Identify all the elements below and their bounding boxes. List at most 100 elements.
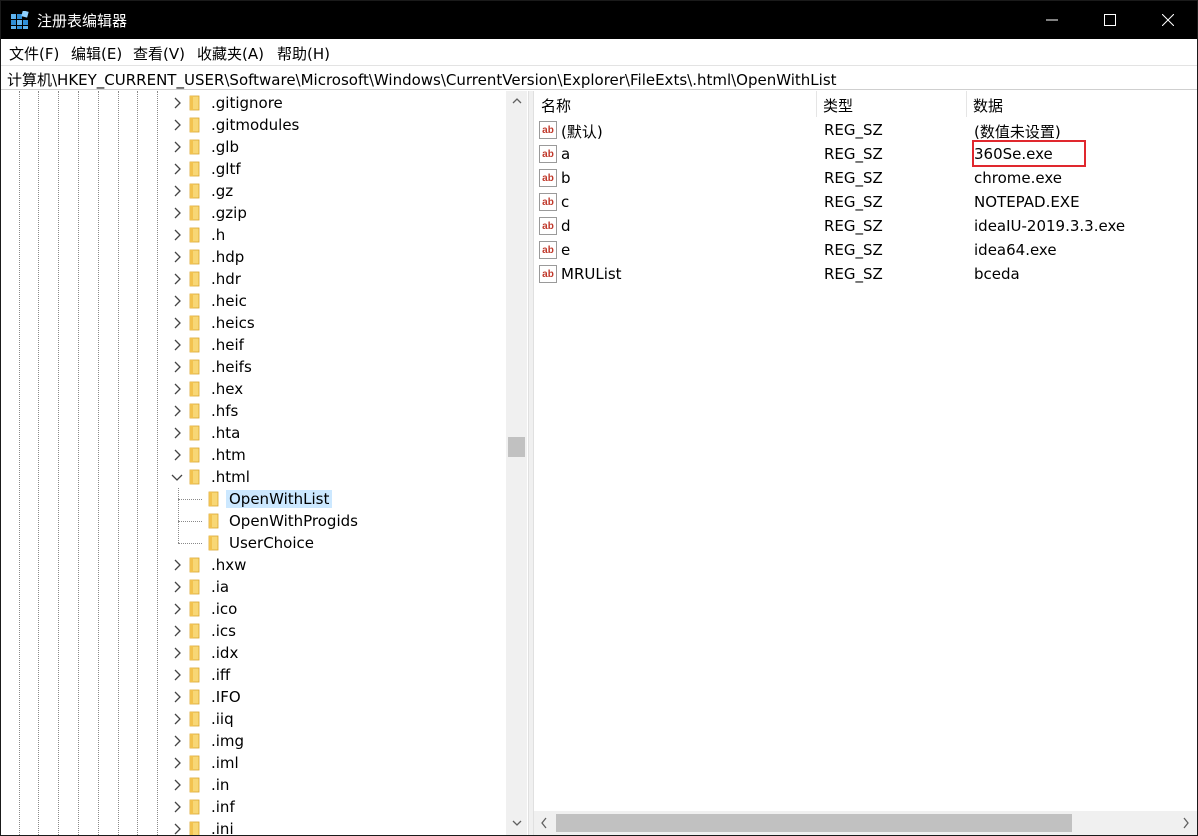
tree-key-label[interactable]: .gltf [208, 160, 244, 178]
chevron-down-icon[interactable] [171, 471, 183, 483]
tree-subkey[interactable]: OpenWithProgids [1, 510, 506, 532]
tree-key-label[interactable]: .ini [208, 820, 237, 835]
chevron-right-icon[interactable] [171, 581, 183, 593]
tree-key[interactable]: .hdr [1, 268, 506, 290]
tree-key[interactable]: .ini [1, 818, 506, 835]
chevron-right-icon[interactable] [171, 757, 183, 769]
tree-key-label[interactable]: .glb [208, 138, 242, 156]
tree-subkey[interactable]: UserChoice [1, 532, 506, 554]
tree-key-label[interactable]: .hdr [208, 270, 244, 288]
tree-key[interactable]: .gz [1, 180, 506, 202]
tree-key[interactable]: .ico [1, 598, 506, 620]
chevron-right-icon[interactable] [171, 361, 183, 373]
tree-key-label[interactable]: .ia [208, 578, 232, 596]
tree-key[interactable]: .hxw [1, 554, 506, 576]
maximize-button[interactable] [1081, 1, 1139, 39]
tree-key[interactable]: .in [1, 774, 506, 796]
minimize-button[interactable] [1023, 1, 1081, 39]
tree-key-label[interactable]: .html [208, 468, 253, 486]
menu-view[interactable]: 查看(V) [133, 43, 185, 64]
chevron-right-icon[interactable] [171, 735, 183, 747]
tree-key[interactable]: .iff [1, 664, 506, 686]
tree-key-label[interactable]: .hfs [208, 402, 241, 420]
title-bar[interactable]: 注册表编辑器 [1, 1, 1197, 39]
tree-key-label[interactable]: OpenWithProgids [226, 512, 361, 530]
chevron-right-icon[interactable] [171, 801, 183, 813]
tree-key-label[interactable]: .heics [208, 314, 258, 332]
chevron-right-icon[interactable] [171, 97, 183, 109]
tree-key[interactable]: .gzip [1, 202, 506, 224]
chevron-right-icon[interactable] [171, 295, 183, 307]
tree-key-label[interactable]: .heifs [208, 358, 255, 376]
tree-key[interactable]: .hfs [1, 400, 506, 422]
registry-value-row[interactable]: ab c REG_SZ NOTEPAD.EXE [534, 190, 1197, 214]
address-bar[interactable]: 计算机\HKEY_CURRENT_USER\Software\Microsoft… [1, 65, 1197, 90]
chevron-right-icon[interactable] [171, 317, 183, 329]
registry-value-row[interactable]: ab d REG_SZ ideaIU-2019.3.3.exe [534, 214, 1197, 238]
tree-key-label[interactable]: .gitignore [208, 94, 286, 112]
tree-key-label[interactable]: .idx [208, 644, 241, 662]
key-tree[interactable]: .gitignore .gitmodules .glb .gltf .gz .gzip .h… [1, 91, 528, 835]
tree-scroll-thumb[interactable] [508, 437, 525, 457]
chevron-right-icon[interactable] [171, 185, 183, 197]
tree-key-label[interactable]: UserChoice [226, 534, 317, 552]
tree-key[interactable]: .heic [1, 290, 506, 312]
tree-key[interactable]: .html [1, 466, 506, 488]
tree-key-label[interactable]: .htm [208, 446, 249, 464]
registry-value-row[interactable]: ab (默认) REG_SZ (数值未设置) [534, 118, 1197, 142]
tree-key[interactable]: .IFO [1, 686, 506, 708]
tree-key[interactable]: .htm [1, 444, 506, 466]
scroll-right-icon[interactable] [1182, 817, 1190, 829]
chevron-right-icon[interactable] [171, 383, 183, 395]
chevron-right-icon[interactable] [171, 823, 183, 835]
tree-subkey[interactable]: OpenWithList [1, 488, 506, 510]
tree-key[interactable]: .gltf [1, 158, 506, 180]
tree-key-label[interactable]: .in [208, 776, 232, 794]
chevron-right-icon[interactable] [171, 647, 183, 659]
chevron-right-icon[interactable] [171, 141, 183, 153]
list-scroll-thumb[interactable] [556, 814, 1072, 832]
chevron-right-icon[interactable] [171, 119, 183, 131]
registry-value-row[interactable]: ab b REG_SZ chrome.exe [534, 166, 1197, 190]
tree-key-label[interactable]: .ics [208, 622, 239, 640]
tree-key[interactable]: .ics [1, 620, 506, 642]
tree-key-label[interactable]: .img [208, 732, 247, 750]
menu-favorites[interactable]: 收藏夹(A) [197, 43, 264, 64]
menu-edit[interactable]: 编辑(E) [71, 43, 122, 64]
address-path[interactable]: 计算机\HKEY_CURRENT_USER\Software\Microsoft… [7, 69, 837, 90]
tree-key[interactable]: .heics [1, 312, 506, 334]
chevron-right-icon[interactable] [171, 207, 183, 219]
tree-key-label[interactable]: OpenWithList [226, 490, 333, 508]
tree-key[interactable]: .glb [1, 136, 506, 158]
tree-key[interactable]: .img [1, 730, 506, 752]
column-header-data[interactable]: 数据 [966, 91, 1197, 117]
tree-key-label[interactable]: .iff [208, 666, 233, 684]
tree-key[interactable]: .heifs [1, 356, 506, 378]
tree-key-label[interactable]: .hxw [208, 556, 249, 574]
tree-key[interactable]: .ia [1, 576, 506, 598]
tree-key-label[interactable]: .gz [208, 182, 236, 200]
scroll-up-icon[interactable] [512, 97, 522, 105]
chevron-right-icon[interactable] [171, 163, 183, 175]
tree-key[interactable]: .hdp [1, 246, 506, 268]
tree-key-label[interactable]: .hta [208, 424, 243, 442]
scroll-left-icon[interactable] [540, 817, 548, 829]
tree-key[interactable]: .iiq [1, 708, 506, 730]
tree-key-label[interactable]: .iml [208, 754, 242, 772]
tree-key[interactable]: .h [1, 224, 506, 246]
close-button[interactable] [1139, 1, 1197, 39]
chevron-right-icon[interactable] [171, 251, 183, 263]
tree-key-label[interactable]: .heif [208, 336, 247, 354]
tree-key-label[interactable]: .inf [208, 798, 238, 816]
tree-key-label[interactable]: .heic [208, 292, 250, 310]
tree-key-label[interactable]: .iiq [208, 710, 237, 728]
tree-key-label[interactable]: .IFO [208, 688, 244, 706]
chevron-right-icon[interactable] [171, 559, 183, 571]
registry-value-row[interactable]: ab a REG_SZ 360Se.exe [534, 142, 1197, 166]
chevron-right-icon[interactable] [171, 603, 183, 615]
chevron-right-icon[interactable] [171, 339, 183, 351]
list-horizontal-scrollbar[interactable] [534, 811, 1197, 835]
tree-vertical-scrollbar[interactable] [506, 91, 527, 835]
column-header-name[interactable]: 名称 [534, 91, 816, 117]
chevron-right-icon[interactable] [171, 669, 183, 681]
